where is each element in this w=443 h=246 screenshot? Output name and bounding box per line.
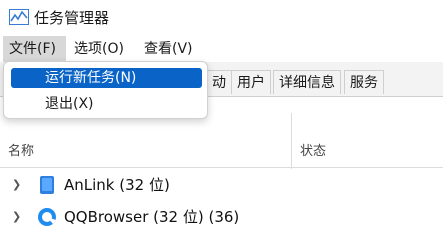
table-row[interactable]: ❯ QQBrowser (32 位) (36): [0, 202, 443, 232]
tab-services[interactable]: 服务: [344, 70, 384, 94]
task-manager-icon: [9, 9, 29, 25]
window-title: 任务管理器: [34, 9, 110, 27]
file-menu-dropdown: 运行新任务(N) 退出(X): [3, 61, 208, 119]
title-bar: 任务管理器: [0, 0, 443, 36]
process-name: AnLink (32 位): [64, 176, 170, 194]
menu-item-run-new-task[interactable]: 运行新任务(N): [11, 68, 202, 88]
chevron-right-icon[interactable]: ❯: [12, 178, 21, 192]
table-header: 名称 状态: [0, 137, 443, 168]
tab-users[interactable]: 用户: [231, 70, 271, 94]
menu-options[interactable]: 选项(O): [68, 36, 130, 62]
chevron-right-icon[interactable]: ❯: [12, 210, 21, 224]
column-header-name[interactable]: 名称: [8, 143, 34, 161]
menu-file[interactable]: 文件(F): [3, 36, 66, 62]
process-list: 名称 状态 ❯ AnLink (32 位) ❯ QQBrowser (32 位)…: [0, 97, 443, 246]
tab-startup[interactable]: 动: [207, 70, 232, 94]
menu-item-exit[interactable]: 退出(X): [11, 94, 202, 114]
table-row[interactable]: ❯ AnLink (32 位): [0, 170, 443, 200]
qqbrowser-icon: [38, 208, 56, 226]
tab-details[interactable]: 详细信息: [273, 70, 341, 94]
anlink-icon: [40, 176, 54, 194]
menu-bar: 文件(F) 选项(O) 查看(V): [0, 36, 443, 62]
process-name: QQBrowser (32 位) (36): [64, 208, 240, 226]
column-header-status[interactable]: 状态: [300, 143, 326, 161]
menu-view[interactable]: 查看(V): [138, 36, 199, 62]
